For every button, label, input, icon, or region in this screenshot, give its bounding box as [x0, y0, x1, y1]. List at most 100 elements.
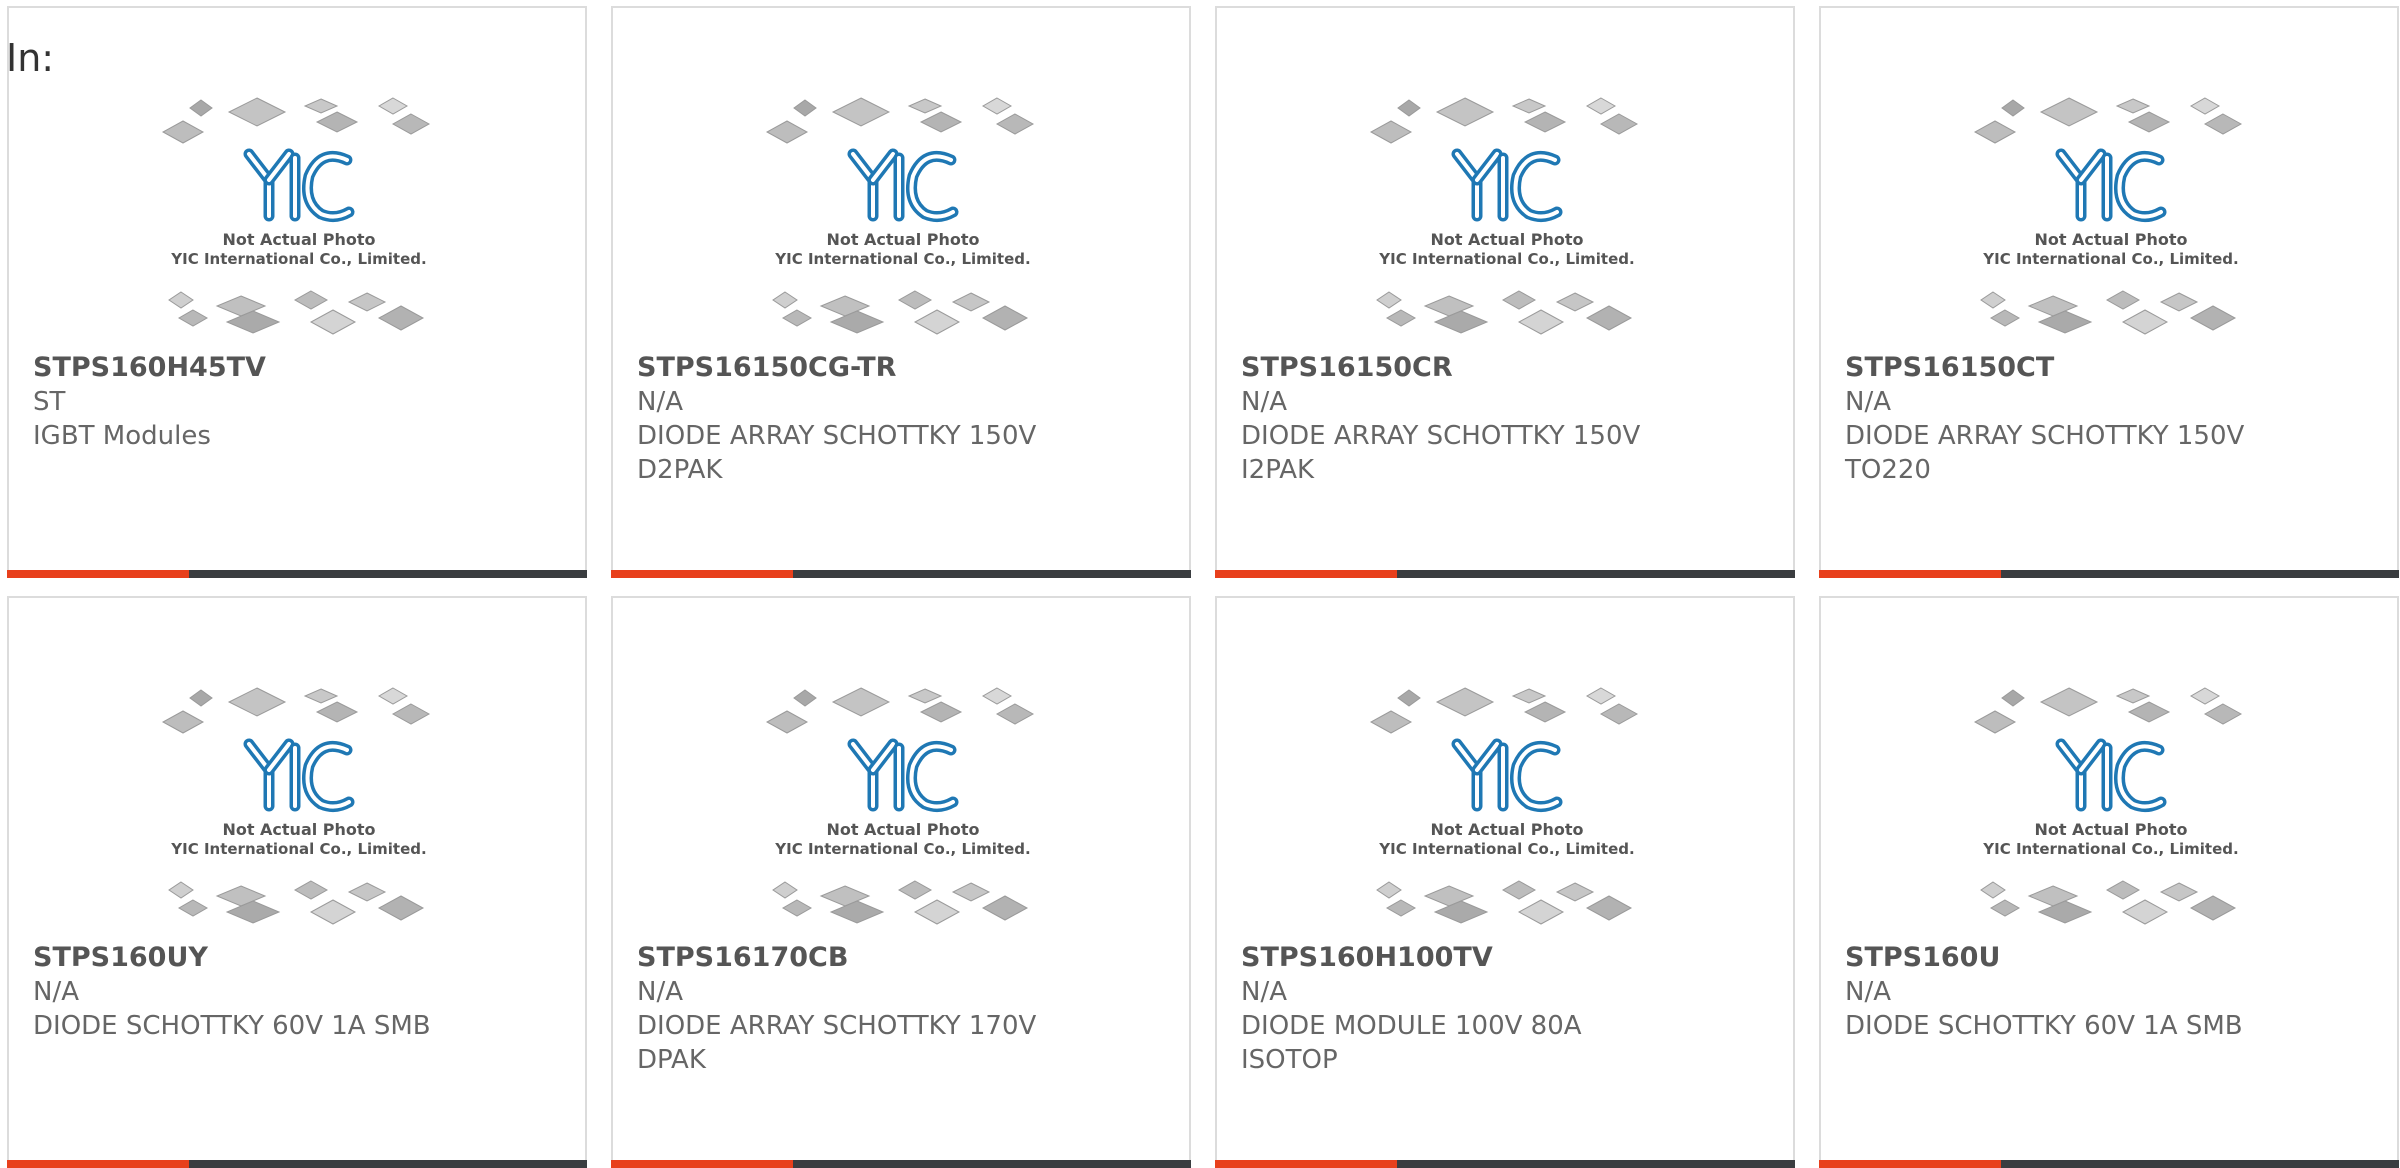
chip-cluster-bottom — [168, 290, 425, 335]
placeholder-photo-graphic: Not Actual PhotoYIC International Co., L… — [1973, 97, 2243, 335]
chip-cluster-bottom — [168, 880, 425, 925]
chip-cluster-bottom — [1376, 880, 1633, 925]
product-info: STPS16150CT N/A DIODE ARRAY SCHOTTKY 150… — [1845, 351, 2381, 487]
placeholder-caption: Not Actual Photo — [1430, 820, 1583, 839]
card-bar — [1215, 1160, 1795, 1168]
placeholder-caption: Not Actual Photo — [826, 230, 979, 249]
placeholder-company: YIC International Co., Limited. — [774, 840, 1030, 858]
product-card[interactable]: Not Actual Photo YIC International Co., L… — [7, 6, 587, 578]
placeholder-caption: Not Actual Photo — [222, 230, 375, 249]
yic-logo — [1451, 148, 1563, 223]
yic-logo — [847, 148, 959, 223]
chip-cluster-bottom — [772, 880, 1029, 925]
chip-cluster-bottom — [1980, 290, 2237, 335]
manufacturer: N/A — [33, 977, 79, 1007]
product-info: STPS160UY N/A DIODE SCHOTTKY 60V 1A SMB — [33, 941, 569, 1043]
product-card[interactable]: Not Actual Photo YIC International Co., L… — [611, 596, 1191, 1168]
card-bar — [7, 1160, 587, 1168]
chip-cluster-top — [1369, 97, 1639, 144]
placeholder-photo-graphic: Not Actual PhotoYIC International Co., L… — [161, 97, 431, 335]
placeholder-photo-graphic: Not Actual PhotoYIC International Co., L… — [1369, 687, 1639, 925]
chip-cluster-bottom — [1376, 290, 1633, 335]
card-bar — [1215, 570, 1795, 578]
part-number[interactable]: STPS16170CB — [637, 941, 1173, 975]
card-bar — [1819, 1160, 2399, 1168]
chip-cluster-bottom — [1980, 880, 2237, 925]
placeholder-photo-graphic: Not Actual PhotoYIC International Co., L… — [1973, 687, 2243, 925]
placeholder-caption: Not Actual Photo — [1430, 230, 1583, 249]
placeholder-photo-graphic: Not Actual PhotoYIC International Co., L… — [1369, 97, 1639, 335]
placeholder-caption: Not Actual Photo — [826, 820, 979, 839]
product-info: STPS160H45TV ST IGBT Modules — [33, 351, 569, 453]
placeholder-caption: Not Actual Photo — [2034, 820, 2187, 839]
card-bar — [611, 1160, 1191, 1168]
yic-logo — [847, 738, 959, 813]
product-card[interactable]: Not Actual Photo YIC International Co., L… — [7, 596, 587, 1168]
card-bar-accent — [7, 570, 189, 578]
placeholder-company: YIC International Co., Limited. — [774, 250, 1030, 268]
placeholder-photo-graphic: Not Actual PhotoYIC International Co., L… — [765, 687, 1035, 925]
product-card[interactable]: Not Actual Photo YIC International Co., L… — [1215, 596, 1795, 1168]
product-card[interactable]: Not Actual Photo YIC International Co., L… — [1215, 6, 1795, 578]
placeholder-company: YIC International Co., Limited. — [1982, 250, 2238, 268]
placeholder-photo: Not Actual Photo YIC International Co., L… — [161, 686, 437, 934]
product-description: DIODE SCHOTTKY 60V 1A SMB — [33, 1011, 431, 1041]
product-description: DIODE ARRAY SCHOTTKY 150V D2PAK — [637, 421, 1037, 485]
chip-cluster-bottom — [772, 290, 1029, 335]
yic-logo — [2055, 738, 2167, 813]
card-bar-accent — [1215, 1160, 1397, 1168]
placeholder-photo: Not Actual Photo YIC International Co., L… — [765, 96, 1041, 344]
product-info: STPS16150CG-TR N/A DIODE ARRAY SCHOTTKY … — [637, 351, 1173, 487]
part-number[interactable]: STPS160U — [1845, 941, 2381, 975]
chip-cluster-top — [765, 687, 1035, 734]
placeholder-company: YIC International Co., Limited. — [1378, 250, 1634, 268]
chip-cluster-top — [1973, 687, 2243, 734]
card-bar — [7, 570, 587, 578]
product-grid: Not Actual Photo YIC International Co., L… — [7, 6, 2399, 1168]
yic-logo — [243, 148, 355, 223]
product-card[interactable]: Not Actual Photo YIC International Co., L… — [1819, 6, 2399, 578]
part-number[interactable]: STPS16150CG-TR — [637, 351, 1173, 385]
card-bar-accent — [611, 1160, 793, 1168]
product-description: DIODE SCHOTTKY 60V 1A SMB — [1845, 1011, 2243, 1041]
card-bar-accent — [1819, 570, 2001, 578]
placeholder-photo: Not Actual Photo YIC International Co., L… — [161, 96, 437, 344]
part-number[interactable]: STPS16150CR — [1241, 351, 1777, 385]
placeholder-photo: Not Actual Photo YIC International Co., L… — [1369, 96, 1645, 344]
part-number[interactable]: STPS160UY — [33, 941, 569, 975]
product-description: DIODE ARRAY SCHOTTKY 150V TO220 — [1845, 421, 2245, 485]
card-bar — [1819, 570, 2399, 578]
product-info: STPS16150CR N/A DIODE ARRAY SCHOTTKY 150… — [1241, 351, 1777, 487]
manufacturer: N/A — [1241, 387, 1287, 417]
product-info: STPS160U N/A DIODE SCHOTTKY 60V 1A SMB — [1845, 941, 2381, 1043]
placeholder-photo: Not Actual Photo YIC International Co., L… — [1973, 96, 2249, 344]
chip-cluster-top — [161, 97, 431, 144]
product-description: IGBT Modules — [33, 421, 211, 451]
card-bar-accent — [1819, 1160, 2001, 1168]
placeholder-caption: Not Actual Photo — [222, 820, 375, 839]
chip-cluster-top — [765, 97, 1035, 144]
product-card[interactable]: Not Actual Photo YIC International Co., L… — [1819, 596, 2399, 1168]
yic-logo — [243, 738, 355, 813]
manufacturer: N/A — [1845, 387, 1891, 417]
product-description: DIODE MODULE 100V 80A ISOTOP — [1241, 1011, 1582, 1075]
placeholder-photo: Not Actual Photo YIC International Co., L… — [765, 686, 1041, 934]
card-bar-accent — [611, 570, 793, 578]
part-number[interactable]: STPS160H45TV — [33, 351, 569, 385]
product-info: STPS16170CB N/A DIODE ARRAY SCHOTTKY 170… — [637, 941, 1173, 1077]
part-number[interactable]: STPS160H100TV — [1241, 941, 1777, 975]
part-number[interactable]: STPS16150CT — [1845, 351, 2381, 385]
product-card[interactable]: Not Actual Photo YIC International Co., L… — [611, 6, 1191, 578]
placeholder-caption: Not Actual Photo — [2034, 230, 2187, 249]
product-description: DIODE ARRAY SCHOTTKY 170V DPAK — [637, 1011, 1037, 1075]
manufacturer: N/A — [637, 977, 683, 1007]
yic-logo — [2055, 148, 2167, 223]
placeholder-company: YIC International Co., Limited. — [170, 250, 426, 268]
manufacturer: N/A — [1241, 977, 1287, 1007]
product-info: STPS160H100TV N/A DIODE MODULE 100V 80A … — [1241, 941, 1777, 1077]
manufacturer: N/A — [637, 387, 683, 417]
placeholder-company: YIC International Co., Limited. — [1982, 840, 2238, 858]
manufacturer: ST — [33, 387, 66, 417]
product-description: DIODE ARRAY SCHOTTKY 150V I2PAK — [1241, 421, 1641, 485]
card-bar-accent — [7, 1160, 189, 1168]
